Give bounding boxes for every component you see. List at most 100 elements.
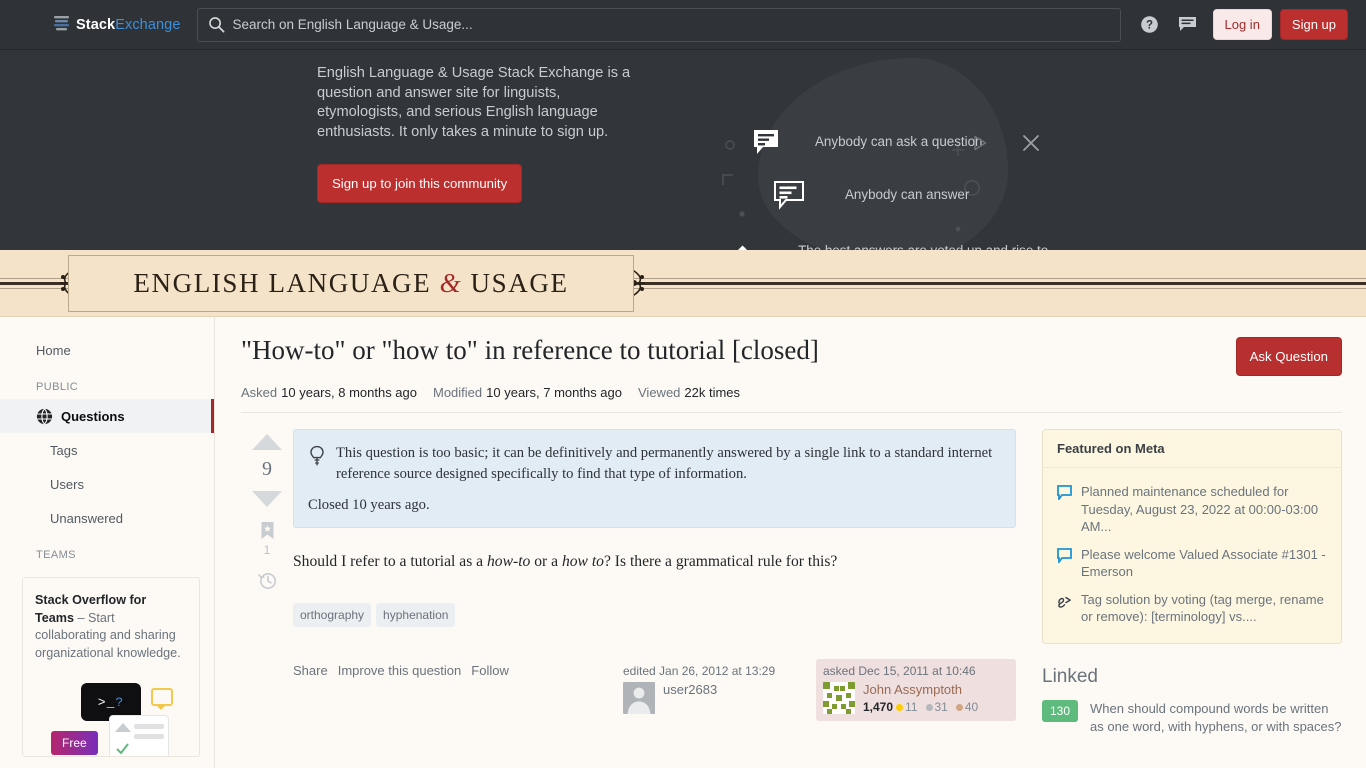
play-video-button[interactable] [972,135,988,151]
lightbulb-icon [310,445,324,466]
featured-on-meta-card: Featured on Meta Planned maintenance sch… [1042,429,1342,644]
hero-signup-button[interactable]: Sign up to join this community [317,164,523,204]
sidebar-item-unanswered[interactable]: Unanswered [0,501,214,535]
notice-reason-text: This question is too basic; it can be de… [336,445,993,482]
stat-viewed: Viewed 22k times [638,385,740,400]
editor-user-card: edited Jan 26, 2012 at 13:29 user2683 [616,659,816,721]
question-stats: Asked 10 years, 8 months ago Modified 10 y… [241,376,1342,413]
hero-feature-label: Anybody can ask a question [815,134,983,149]
owner-identity: John Assymptoth 1,470 11 31 40 [823,682,1009,714]
list-item[interactable]: Planned maintenance scheduled for Tuesda… [1057,478,1327,541]
share-link[interactable]: Share [293,663,328,678]
body-part-1: Should I refer to a tutorial as a [293,553,487,570]
downvote-button[interactable] [250,489,284,509]
sidebar-item-label: Questions [61,408,125,424]
list-item[interactable]: 130 When should compound words be writte… [1042,699,1342,736]
sidebar-item-home[interactable]: Home [0,333,214,367]
site-title-pre: ENGLISH LANGUAGE [133,268,440,298]
hero-description: English Language & Usage Stack Exchange … [317,65,631,140]
check-icon [116,743,129,755]
hero-feature-label: The best answers are voted up and rise t… [798,242,1050,250]
linked-question-link[interactable]: When should compound words be written as… [1090,700,1342,736]
search-input[interactable] [232,17,1110,32]
terminal-question-mark: ? [115,694,125,710]
main-content: "How-to" or "how to" in reference to tut… [215,317,1366,768]
logo-word-stack: Stack [76,16,116,33]
body-part-3: ? Is there a grammatical rule for this? [603,553,838,570]
search-bar[interactable] [196,7,1121,42]
tag-orthography[interactable]: orthography [293,603,372,627]
ask-question-button[interactable]: Ask Question [1235,337,1342,376]
post-history-icon[interactable] [257,571,277,590]
stat-asked: Asked 10 years, 8 months ago [241,385,417,400]
decorative-corner-mark [722,174,733,185]
help-button[interactable]: ? [1131,7,1169,43]
stat-modified: Modified 10 years, 7 months ago [433,385,622,400]
owner-reputation-row: 1,470 11 31 40 [863,700,983,714]
question-body-text: Should I refer to a tutorial as a how-to… [293,550,1016,573]
silver-badge-group: 31 [925,700,948,714]
teams-promo-text: Stack Overflow for Teams – Start collabo… [35,592,187,662]
top-navigation-bar: StackExchange ? Log in Sign up [0,0,1366,50]
question-bubble-filled-icon [754,130,778,154]
owner-name[interactable]: John Assymptoth [863,682,962,697]
body-emphasis-2: how to [561,553,604,570]
sidebar-heading-public: PUBLIC [36,381,79,393]
site-header-banner: ENGLISH LANGUAGE & USAGE [0,250,1366,317]
reputation-score: 1,470 [863,700,894,714]
vote-arrows-icon [738,245,748,250]
improve-question-link[interactable]: Improve this question [338,663,462,678]
post-footer: Share Improve this question Follow edite… [293,659,1016,721]
answer-bubble-outline-icon [774,181,804,210]
body-part-2: or a [530,553,562,570]
gold-badge-count: 11 [905,700,918,714]
signup-button[interactable]: Sign up [1279,9,1349,40]
question-post: 9 1 This question is too basic; it can b… [241,429,1016,736]
avatar[interactable] [823,682,855,714]
upvote-button[interactable] [250,432,284,452]
hero-feature-item: Anybody can answer [773,180,969,212]
sidebar-item-users[interactable]: Users [0,467,214,501]
close-icon[interactable] [1022,134,1040,152]
yellow-speech-bubble-icon [151,688,173,710]
silver-badge-icon [925,703,933,711]
avatar[interactable] [623,682,655,714]
svg-text:?: ? [1146,20,1153,32]
teams-promo-card[interactable]: Stack Overflow for Teams – Start collabo… [22,577,200,757]
question-header: "How-to" or "how to" in reference to tut… [241,333,1342,376]
list-item[interactable]: Tag solution by voting (tag merge, renam… [1057,586,1327,631]
bronze-badge-icon [955,703,963,711]
list-item[interactable]: Please welcome Valued Associate #1301 - … [1057,541,1327,586]
sidebar-item-tags[interactable]: Tags [0,433,214,467]
search-icon [208,17,224,33]
inbox-button[interactable] [1169,7,1207,43]
tag-hyphenation[interactable]: hyphenation [376,603,456,627]
question-and-rail: 9 1 This question is too basic; it can b… [241,413,1342,736]
page-body: Home PUBLIC Questions Tags Users Unanswe… [0,317,1366,768]
follow-link[interactable]: Follow [471,663,509,678]
vote-cell: 9 1 [241,429,293,736]
list-item-label[interactable]: Planned maintenance scheduled for Tuesda… [1081,483,1327,536]
linked-heading: Linked [1042,665,1098,687]
sidebar-item-questions[interactable]: Questions [0,399,214,433]
sidebar-heading-teams: TEAMS [36,549,76,561]
gold-badge-group: 11 [896,700,918,714]
editor-name[interactable]: user2683 [663,682,717,714]
stack-exchange-logo[interactable]: StackExchange [54,16,181,33]
list-item-label[interactable]: Please welcome Valued Associate #1301 - … [1081,546,1327,581]
stat-value: 22k times [684,385,741,400]
notice-closed-date: Closed 10 years ago. [308,497,430,513]
closed-notice: This question is too basic; it can be de… [293,429,1016,528]
edit-timestamp: edited Jan 26, 2012 at 13:29 [623,664,776,678]
bookmark-button[interactable] [260,521,275,540]
site-title-ampersand: & [439,268,463,298]
nav-right-group: ? Log in Sign up [1131,7,1349,43]
site-logo-link[interactable]: ENGLISH LANGUAGE & USAGE [68,255,634,312]
login-button[interactable]: Log in [1212,9,1272,40]
linked-score-badge: 130 [1042,699,1079,722]
site-title-post: USAGE [462,268,569,298]
list-item-label[interactable]: Tag solution by voting (tag merge, renam… [1081,591,1327,626]
tag-merge-icon [1058,596,1071,608]
page-title: "How-to" or "how to" in reference to tut… [241,335,819,365]
stack-exchange-wordmark: StackExchange [76,17,181,33]
